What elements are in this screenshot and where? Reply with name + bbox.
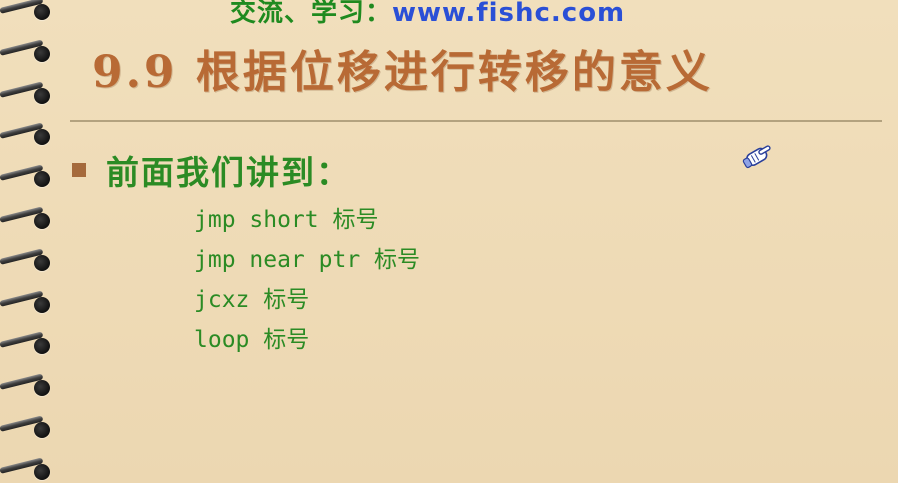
binding-ring (0, 248, 62, 272)
code-list: jmp short 标号 jmp near ptr 标号 jcxz 标号 loo… (194, 200, 420, 360)
header-url: www.fishc.com (392, 0, 626, 28)
bullet-text: 前面我们讲到： (106, 153, 351, 192)
binding-hole (34, 254, 50, 271)
binding-hole (34, 45, 50, 62)
binding-ring (0, 457, 62, 481)
binding-hole (34, 296, 50, 313)
binding-hole (34, 422, 50, 438)
binding-hole (34, 87, 50, 104)
bullet-item: 前面我们讲到： (72, 146, 351, 194)
spiral-binding (0, 0, 70, 483)
pointing-hand-cursor-icon (740, 140, 776, 170)
binding-hole (34, 4, 50, 20)
slide-page: 交流、学习：www.fishc.com 9.9 根据位移进行转移的意义 前面我们… (0, 0, 898, 483)
code-line-jcxz: jcxz 标号 (194, 287, 310, 313)
binding-ring (0, 290, 62, 314)
binding-hole (34, 213, 50, 229)
bullet-square-icon (72, 163, 86, 177)
code-line-jmp-short: jmp short 标号 (194, 207, 379, 233)
code-line-jmp-near: jmp near ptr 标号 (194, 247, 421, 273)
header-prefix: 交流、学习： (230, 0, 393, 28)
binding-ring (0, 0, 62, 21)
binding-hole (34, 338, 50, 355)
binding-ring (0, 415, 62, 439)
binding-hole (34, 380, 50, 397)
header-banner: 交流、学习：www.fishc.com (230, 0, 625, 29)
binding-hole (34, 129, 50, 146)
binding-ring (0, 39, 62, 63)
binding-ring (0, 164, 62, 188)
binding-ring (0, 206, 62, 230)
binding-ring (0, 373, 62, 397)
binding-hole (34, 171, 50, 188)
slide-title: 9.9 根据位移进行转移的意义 (92, 47, 713, 98)
binding-ring (0, 331, 62, 355)
code-line-loop: loop 标号 (194, 327, 310, 353)
binding-ring (0, 81, 62, 105)
title-divider (70, 120, 882, 122)
binding-hole (34, 463, 50, 480)
binding-ring (0, 122, 62, 146)
